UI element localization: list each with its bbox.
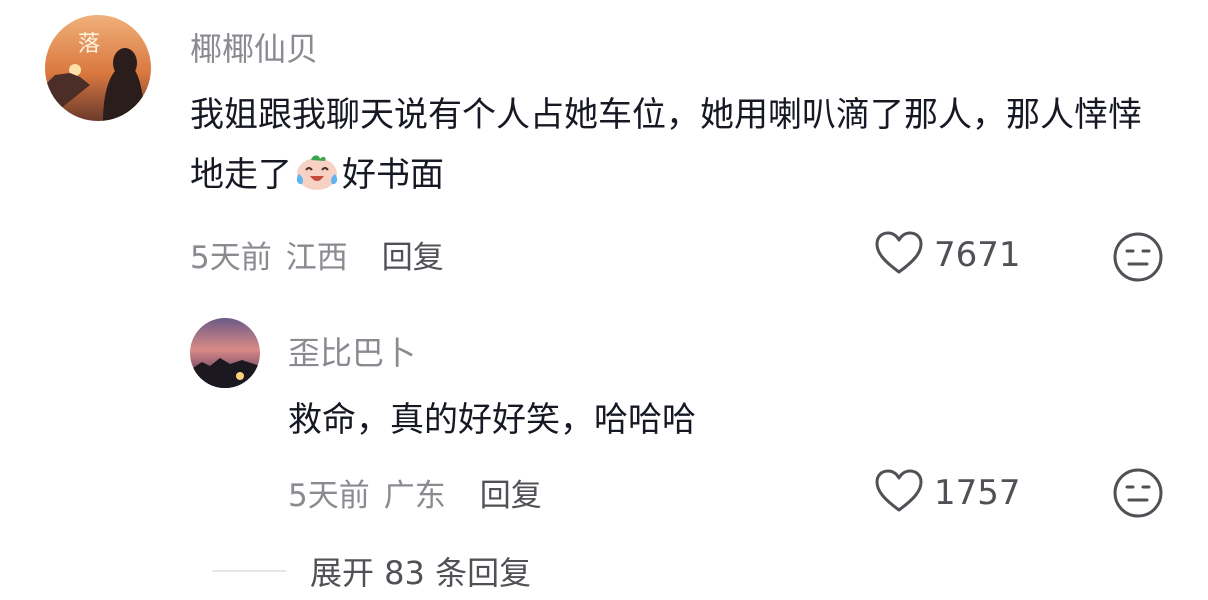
comment-time: 5天前 [190,240,272,276]
crying-laughing-emoji-icon [293,151,341,211]
like-count: 7671 [934,235,1021,275]
meh-face-icon [1112,232,1164,287]
meh-face-icon [1112,468,1164,523]
comment-meta: 5天前 江西 回复 [190,232,444,277]
reply-time: 5天前 [288,478,370,514]
svg-text:落: 落 [78,32,100,57]
expand-replies-button[interactable]: 展开 83 条回复 [212,548,531,594]
username[interactable]: 椰椰仙贝 [190,24,318,70]
expand-divider [212,570,286,572]
comment-location: 江西 [285,240,348,276]
like-count: 1757 [934,473,1021,513]
heart-icon [874,468,924,518]
dislike-button[interactable] [1112,231,1164,287]
reply-text: 救命，真的好好笑，哈哈哈 [288,400,696,440]
username[interactable]: 歪比巴卜 [288,328,416,374]
heart-icon [874,230,924,280]
expand-replies-label: 展开 83 条回复 [310,554,532,592]
comment-item: 落 椰椰仙贝 我姐跟我聊天说有个人占她车位，她用喇叭滴了那人，那人悻悻地走了 好… [0,0,1208,290]
dislike-button[interactable] [1112,467,1164,523]
like-button[interactable]: 1757 [874,468,1021,518]
avatar[interactable]: 落 [45,15,151,121]
reply-item: 歪比巴卜 救命，真的好好笑，哈哈哈 5天前 广东 回复 1757 [0,300,1208,540]
avatar-sunset-girl-image: 落 [45,15,151,121]
reply-location: 广东 [383,478,446,514]
comment-text: 我姐跟我聊天说有个人占她车位，她用喇叭滴了那人，那人悻悻地走了 好书面 [190,85,1150,211]
reply-button[interactable]: 回复 [480,470,542,515]
avatar[interactable] [190,318,260,388]
like-button[interactable]: 7671 [874,230,1021,280]
avatar-dusk-sky-image [190,318,260,388]
reply-button[interactable]: 回复 [382,232,444,277]
comment-text-part2: 好书面 [342,155,444,195]
reply-meta: 5天前 广东 回复 [288,470,542,515]
